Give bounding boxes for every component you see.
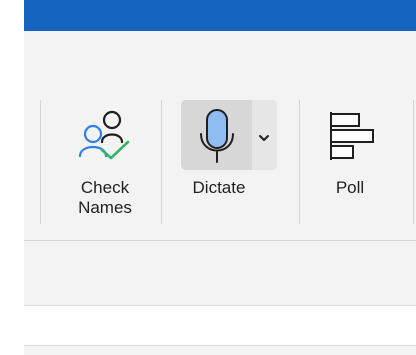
message-field-band xyxy=(24,306,416,345)
dictate-split-button[interactable] xyxy=(181,100,277,170)
left-gutter xyxy=(0,0,24,355)
check-names-icon xyxy=(74,106,130,162)
dictate-label: Dictate xyxy=(192,178,246,197)
message-header-band xyxy=(24,241,416,306)
microphone-icon xyxy=(193,104,241,166)
ribbon-separator xyxy=(413,100,414,224)
dictate-button[interactable] xyxy=(181,100,252,170)
title-bar xyxy=(24,0,416,31)
poll-icon xyxy=(323,108,381,164)
outlook-window: Check Names Dictate Poll xyxy=(0,0,416,355)
check-names-label: Check Names xyxy=(78,178,132,217)
message-lower-band xyxy=(24,345,416,355)
poll-button[interactable]: Poll xyxy=(300,66,400,226)
chevron-down-icon xyxy=(258,130,270,141)
poll-label: Poll xyxy=(335,178,365,197)
ribbon-separator xyxy=(161,100,162,224)
ribbon-separator xyxy=(40,100,41,224)
dictate-dropdown-button[interactable] xyxy=(252,100,277,170)
check-names-button[interactable]: Check Names xyxy=(50,66,160,226)
